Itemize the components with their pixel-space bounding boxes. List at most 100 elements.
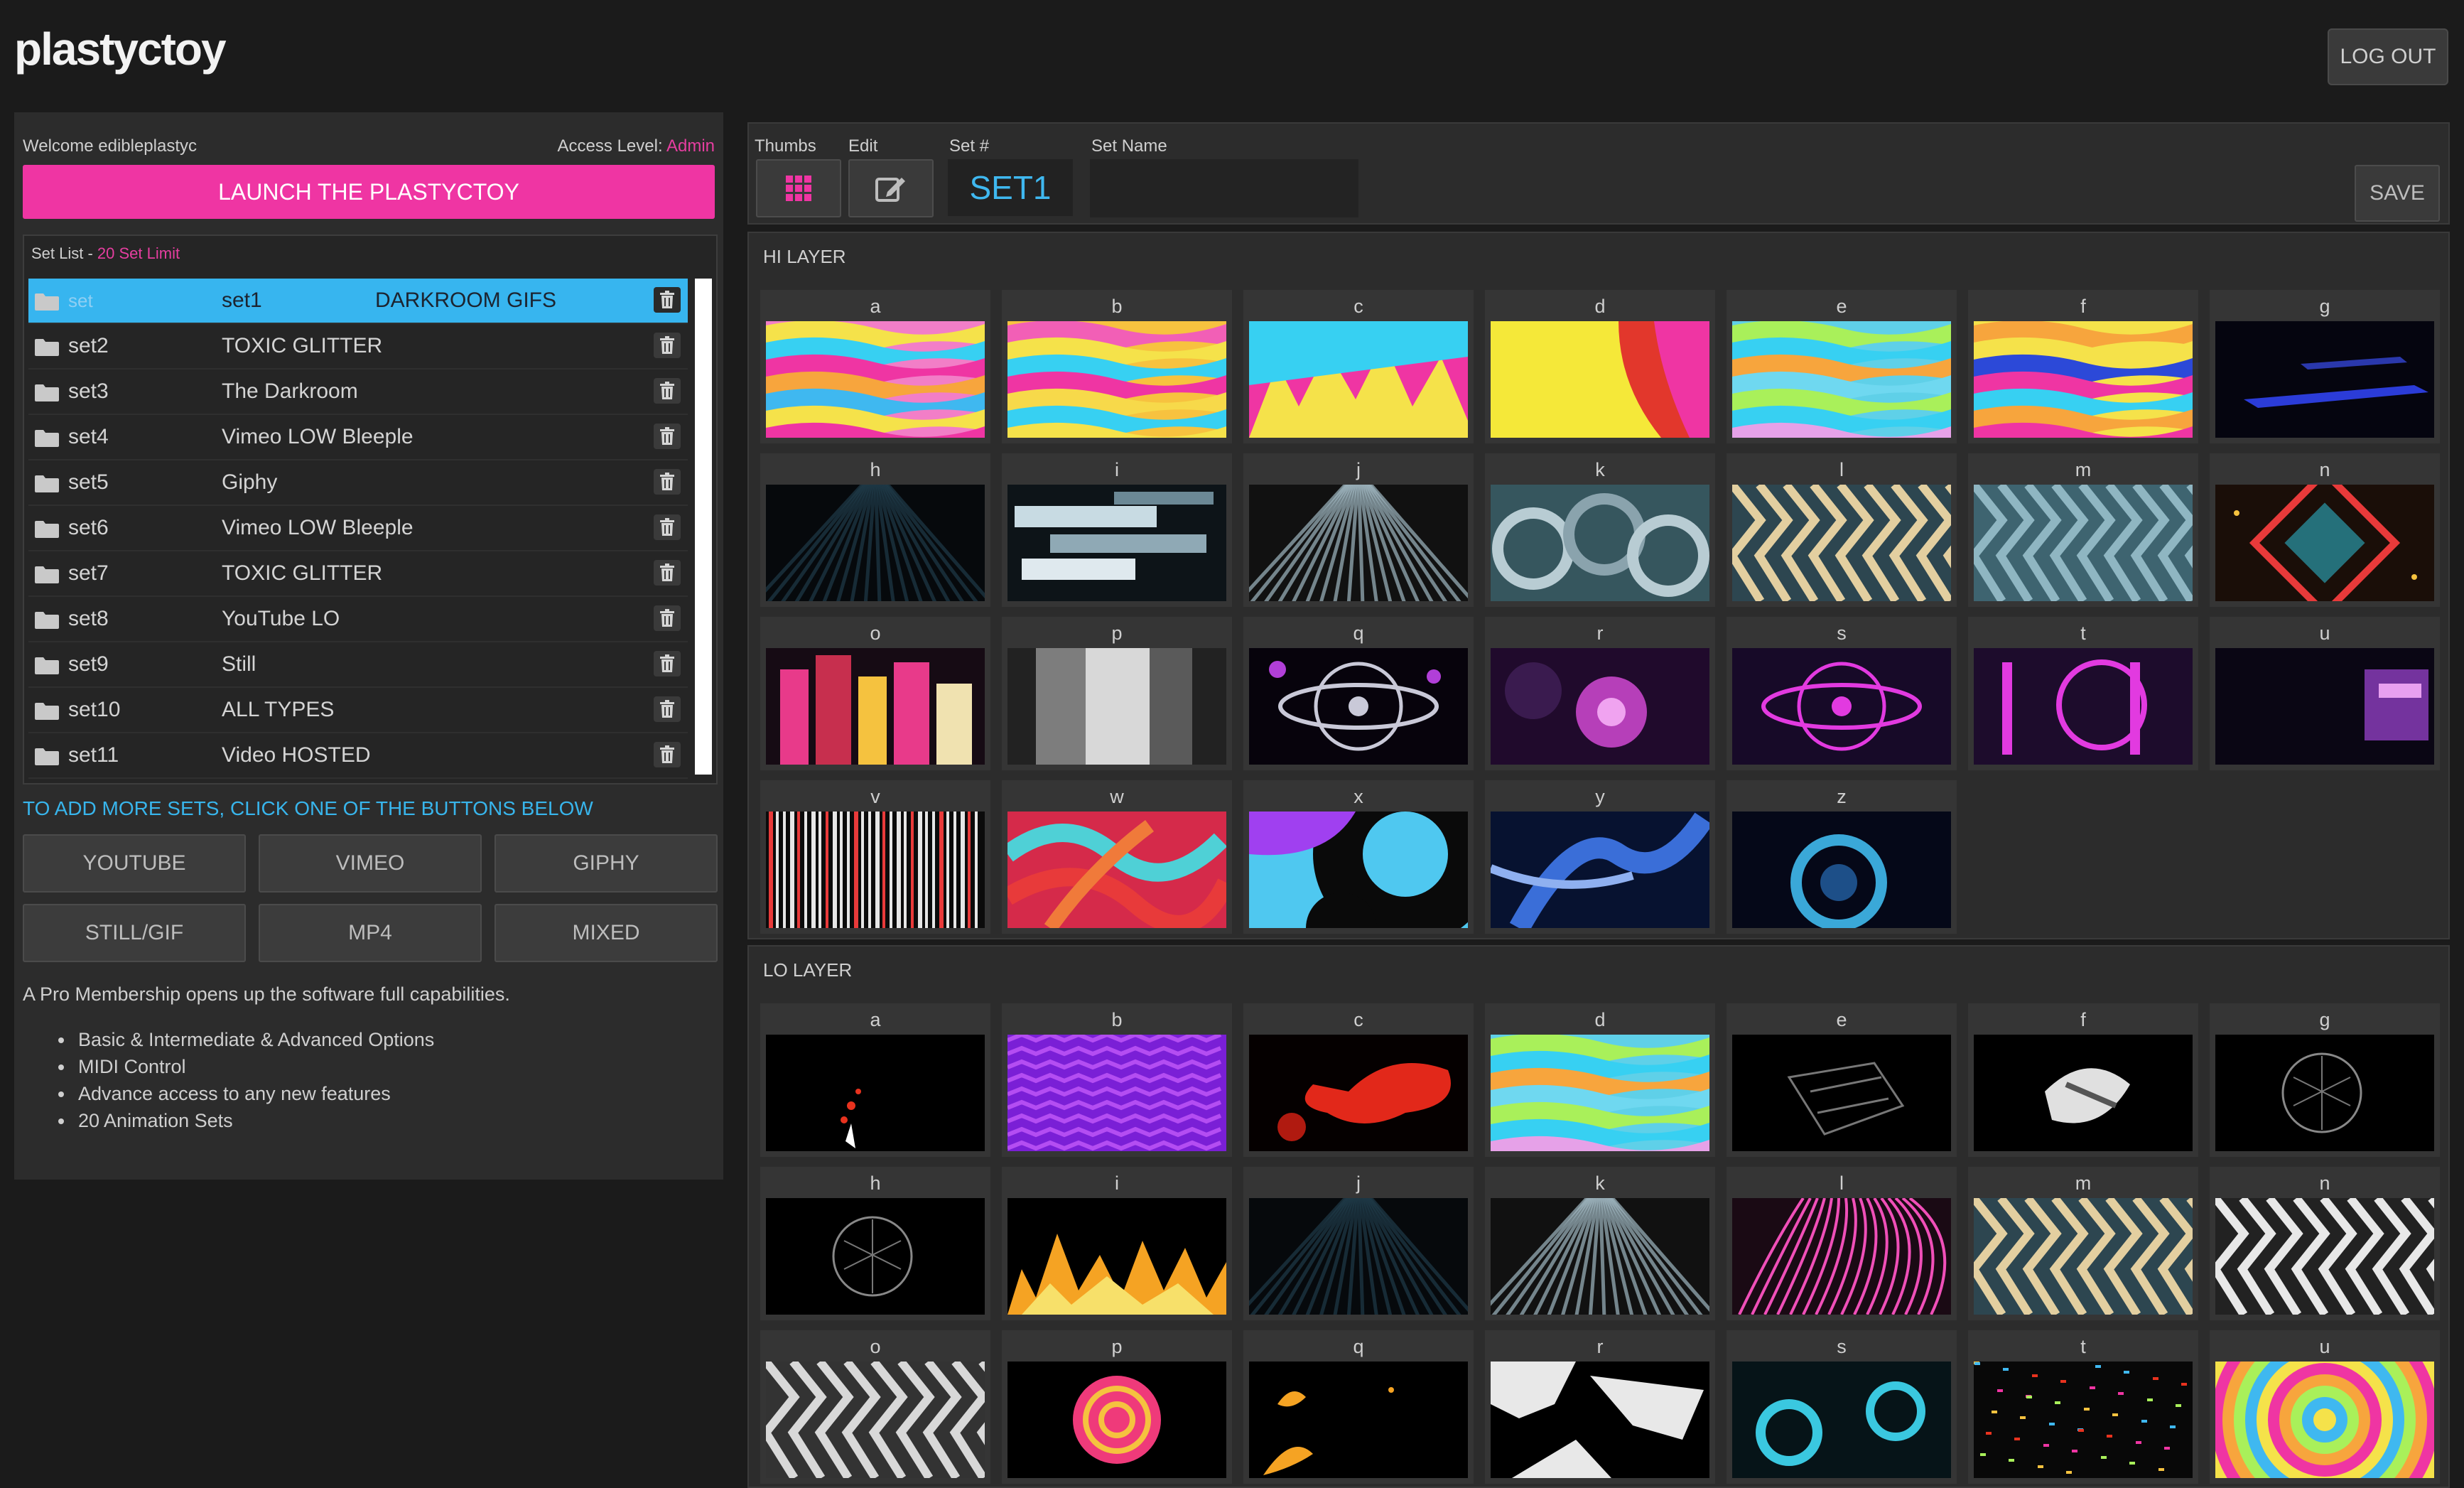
set-name-input[interactable] — [1090, 159, 1358, 217]
animation-thumbnail[interactable] — [1732, 1035, 1951, 1151]
animation-thumbnail[interactable] — [2215, 321, 2434, 438]
hi-layer-cell[interactable]: v — [760, 780, 990, 934]
animation-thumbnail[interactable] — [1491, 485, 1709, 601]
delete-set-button[interactable] — [654, 514, 681, 540]
delete-set-button[interactable] — [654, 560, 681, 586]
animation-thumbnail[interactable] — [1974, 1035, 2193, 1151]
animation-thumbnail[interactable] — [1491, 321, 1709, 438]
delete-set-button[interactable] — [654, 378, 681, 404]
hi-layer-cell[interactable]: k — [1485, 453, 1715, 607]
delete-set-button[interactable] — [654, 742, 681, 767]
animation-thumbnail[interactable] — [766, 1198, 985, 1315]
hi-layer-cell[interactable]: u — [2210, 617, 2440, 770]
scrollbar[interactable] — [695, 279, 712, 775]
delete-set-button[interactable] — [654, 287, 681, 313]
animation-thumbnail[interactable] — [1974, 485, 2193, 601]
set-row[interactable]: set6 Vimeo LOW Bleeple — [28, 506, 688, 551]
hi-layer-cell[interactable]: s — [1727, 617, 1957, 770]
animation-thumbnail[interactable] — [1491, 1362, 1709, 1478]
hi-layer-cell[interactable]: g — [2210, 290, 2440, 443]
hi-layer-cell[interactable]: x — [1243, 780, 1474, 934]
animation-thumbnail[interactable] — [1974, 1198, 2193, 1315]
animation-thumbnail[interactable] — [1249, 321, 1468, 438]
delete-set-button[interactable] — [654, 651, 681, 676]
lo-layer-cell[interactable]: u — [2210, 1330, 2440, 1484]
set-row[interactable]: set7 TOXIC GLITTER — [28, 551, 688, 597]
edit-button[interactable] — [848, 159, 934, 217]
lo-layer-cell[interactable]: n — [2210, 1167, 2440, 1320]
lo-layer-cell[interactable]: c — [1243, 1003, 1474, 1157]
animation-thumbnail[interactable] — [1007, 1198, 1226, 1315]
hi-layer-cell[interactable]: f — [1968, 290, 2198, 443]
hi-layer-cell[interactable]: q — [1243, 617, 1474, 770]
hi-layer-cell[interactable]: n — [2210, 453, 2440, 607]
animation-thumbnail[interactable] — [766, 485, 985, 601]
lo-layer-cell[interactable]: p — [1002, 1330, 1232, 1484]
animation-thumbnail[interactable] — [1974, 1362, 2193, 1478]
lo-layer-cell[interactable]: a — [760, 1003, 990, 1157]
lo-layer-cell[interactable]: e — [1727, 1003, 1957, 1157]
hi-layer-cell[interactable]: o — [760, 617, 990, 770]
animation-thumbnail[interactable] — [1249, 1198, 1468, 1315]
hi-layer-cell[interactable]: m — [1968, 453, 2198, 607]
lo-layer-cell[interactable]: m — [1968, 1167, 2198, 1320]
lo-layer-cell[interactable]: k — [1485, 1167, 1715, 1320]
animation-thumbnail[interactable] — [1007, 812, 1226, 928]
lo-layer-cell[interactable]: j — [1243, 1167, 1474, 1320]
hi-layer-cell[interactable]: e — [1727, 290, 1957, 443]
animation-thumbnail[interactable] — [2215, 648, 2434, 765]
lo-layer-cell[interactable]: o — [760, 1330, 990, 1484]
hi-layer-cell[interactable]: p — [1002, 617, 1232, 770]
hi-layer-cell[interactable]: y — [1485, 780, 1715, 934]
animation-thumbnail[interactable] — [766, 1035, 985, 1151]
animation-thumbnail[interactable] — [1007, 485, 1226, 601]
animation-thumbnail[interactable] — [766, 812, 985, 928]
set-row[interactable]: set9 Still — [28, 642, 688, 688]
animation-thumbnail[interactable] — [1007, 648, 1226, 765]
animation-thumbnail[interactable] — [1249, 648, 1468, 765]
animation-thumbnail[interactable] — [1732, 648, 1951, 765]
hi-layer-cell[interactable]: c — [1243, 290, 1474, 443]
lo-layer-cell[interactable]: f — [1968, 1003, 2198, 1157]
thumbs-button[interactable] — [756, 159, 841, 217]
hi-layer-cell[interactable]: h — [760, 453, 990, 607]
animation-thumbnail[interactable] — [1491, 1035, 1709, 1151]
animation-thumbnail[interactable] — [1491, 812, 1709, 928]
lo-layer-cell[interactable]: q — [1243, 1330, 1474, 1484]
lo-layer-cell[interactable]: l — [1727, 1167, 1957, 1320]
animation-thumbnail[interactable] — [1007, 1035, 1226, 1151]
hi-layer-cell[interactable]: r — [1485, 617, 1715, 770]
set-row[interactable]: set set1 DARKROOM GIFS — [28, 279, 688, 324]
hi-layer-cell[interactable]: i — [1002, 453, 1232, 607]
set-row[interactable]: set5 Giphy — [28, 460, 688, 506]
animation-thumbnail[interactable] — [1007, 1362, 1226, 1478]
delete-set-button[interactable] — [654, 696, 681, 722]
hi-layer-cell[interactable]: z — [1727, 780, 1957, 934]
animation-thumbnail[interactable] — [1249, 485, 1468, 601]
giphy-button[interactable]: GIPHY — [495, 834, 718, 893]
animation-thumbnail[interactable] — [2215, 1362, 2434, 1478]
mixed-button[interactable]: MIXED — [495, 904, 718, 962]
hi-layer-cell[interactable]: t — [1968, 617, 2198, 770]
animation-thumbnail[interactable] — [1007, 321, 1226, 438]
set-row[interactable]: set8 YouTube LO — [28, 597, 688, 642]
hi-layer-cell[interactable]: b — [1002, 290, 1232, 443]
hi-layer-cell[interactable]: l — [1727, 453, 1957, 607]
animation-thumbnail[interactable] — [1491, 648, 1709, 765]
animation-thumbnail[interactable] — [766, 1362, 985, 1478]
animation-thumbnail[interactable] — [1974, 321, 2193, 438]
vimeo-button[interactable]: VIMEO — [259, 834, 482, 893]
set-row[interactable]: set4 Vimeo LOW Bleeple — [28, 415, 688, 460]
animation-thumbnail[interactable] — [766, 648, 985, 765]
animation-thumbnail[interactable] — [1249, 1362, 1468, 1478]
animation-thumbnail[interactable] — [1249, 812, 1468, 928]
animation-thumbnail[interactable] — [2215, 1035, 2434, 1151]
lo-layer-cell[interactable]: d — [1485, 1003, 1715, 1157]
delete-set-button[interactable] — [654, 605, 681, 631]
logout-button[interactable]: LOG OUT — [2328, 28, 2448, 85]
animation-thumbnail[interactable] — [2215, 485, 2434, 601]
hi-layer-cell[interactable]: a — [760, 290, 990, 443]
set-row[interactable]: set3 The Darkroom — [28, 370, 688, 415]
hi-layer-cell[interactable]: d — [1485, 290, 1715, 443]
mp4-button[interactable]: MP4 — [259, 904, 482, 962]
